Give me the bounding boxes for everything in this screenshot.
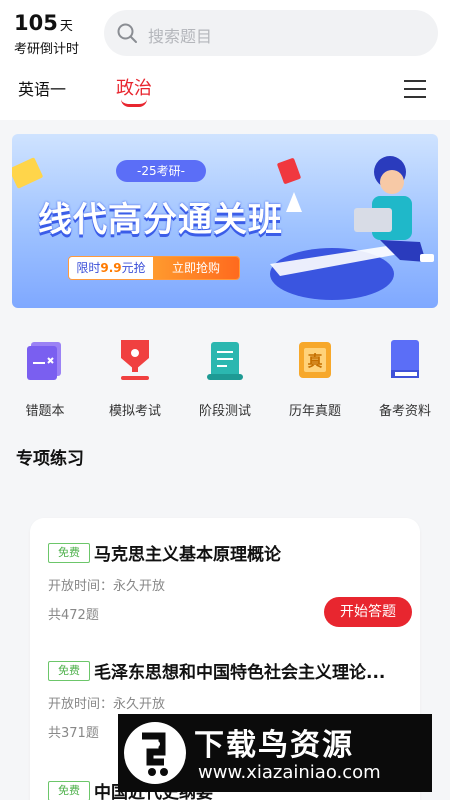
shortcut-row: 错题本 模拟考试 阶段测试 真 历年真题 备考资料: [0, 336, 450, 426]
top-bar: 105 天 考研倒计时 搜索题目 英语一 政治: [0, 0, 450, 120]
section-title: 专项练习: [16, 449, 84, 469]
search-bar[interactable]: 搜索题目: [104, 10, 438, 56]
student-illustration-icon: [270, 156, 434, 300]
free-badge: 免费: [48, 780, 90, 800]
menu-icon[interactable]: [404, 80, 426, 100]
open-time: 开放时间：永久开放: [48, 697, 166, 712]
ticket-decoration-icon: [12, 157, 44, 189]
shortcut-past-papers[interactable]: 真 历年真题: [270, 336, 360, 419]
past-papers-icon: 真: [295, 336, 335, 382]
wrong-book-icon: [25, 336, 65, 382]
shortcut-mock-exam[interactable]: 模拟考试: [90, 336, 180, 419]
watermark-title: 下载鸟资源: [194, 728, 354, 763]
banner-title: 线代高分通关班: [38, 200, 283, 240]
active-tab-indicator: [121, 99, 147, 107]
tab-politics[interactable]: 政治: [116, 74, 152, 100]
promo-banner[interactable]: -25考研- 线代高分通关班 限时9.9元抢 立即抢购: [12, 134, 438, 308]
countdown-number: 105: [14, 11, 58, 35]
shortcut-wrong-book[interactable]: 错题本: [0, 336, 90, 419]
start-answer-button[interactable]: 开始答题: [324, 597, 412, 627]
countdown-label: 考研倒计时: [14, 42, 80, 57]
shortcut-label: 备考资料: [378, 404, 431, 419]
shortcut-label: 错题本: [25, 404, 65, 419]
svg-text:真: 真: [307, 352, 322, 370]
watermark-url: www.xiazainiao.com: [198, 762, 381, 783]
exam-countdown: 105 天 考研倒计时: [14, 10, 94, 57]
free-badge: 免费: [48, 660, 90, 681]
shortcut-label: 历年真题: [288, 404, 341, 419]
countdown-unit: 天: [59, 19, 73, 34]
banner-promo[interactable]: 限时9.9元抢 立即抢购: [68, 256, 240, 280]
search-placeholder: 搜索题目: [148, 27, 213, 46]
practice-item-title[interactable]: 毛泽东思想和中国特色社会主义理论...: [94, 658, 385, 683]
mock-exam-icon: [115, 336, 155, 382]
shortcut-label: 阶段测试: [198, 404, 251, 419]
watermark-overlay: 下载鸟资源 www.xiazainiao.com: [118, 714, 432, 792]
bird-logo-icon: [124, 722, 186, 784]
stage-test-icon: [205, 336, 245, 382]
practice-item-title[interactable]: 马克思主义基本原理概论: [94, 540, 281, 565]
free-badge: 免费: [48, 542, 90, 563]
buy-now-button[interactable]: 立即抢购: [153, 257, 239, 279]
shortcut-materials[interactable]: 备考资料: [360, 336, 450, 419]
search-icon: [117, 23, 137, 43]
materials-icon: [385, 336, 425, 382]
banner-tag: -25考研-: [116, 160, 206, 182]
promo-price-label: 限时9.9元抢: [69, 257, 153, 279]
shortcut-label: 模拟考试: [108, 404, 161, 419]
shortcut-stage-test[interactable]: 阶段测试: [180, 336, 270, 419]
tab-english-1[interactable]: 英语一: [18, 76, 66, 100]
open-time: 开放时间：永久开放: [48, 579, 166, 594]
